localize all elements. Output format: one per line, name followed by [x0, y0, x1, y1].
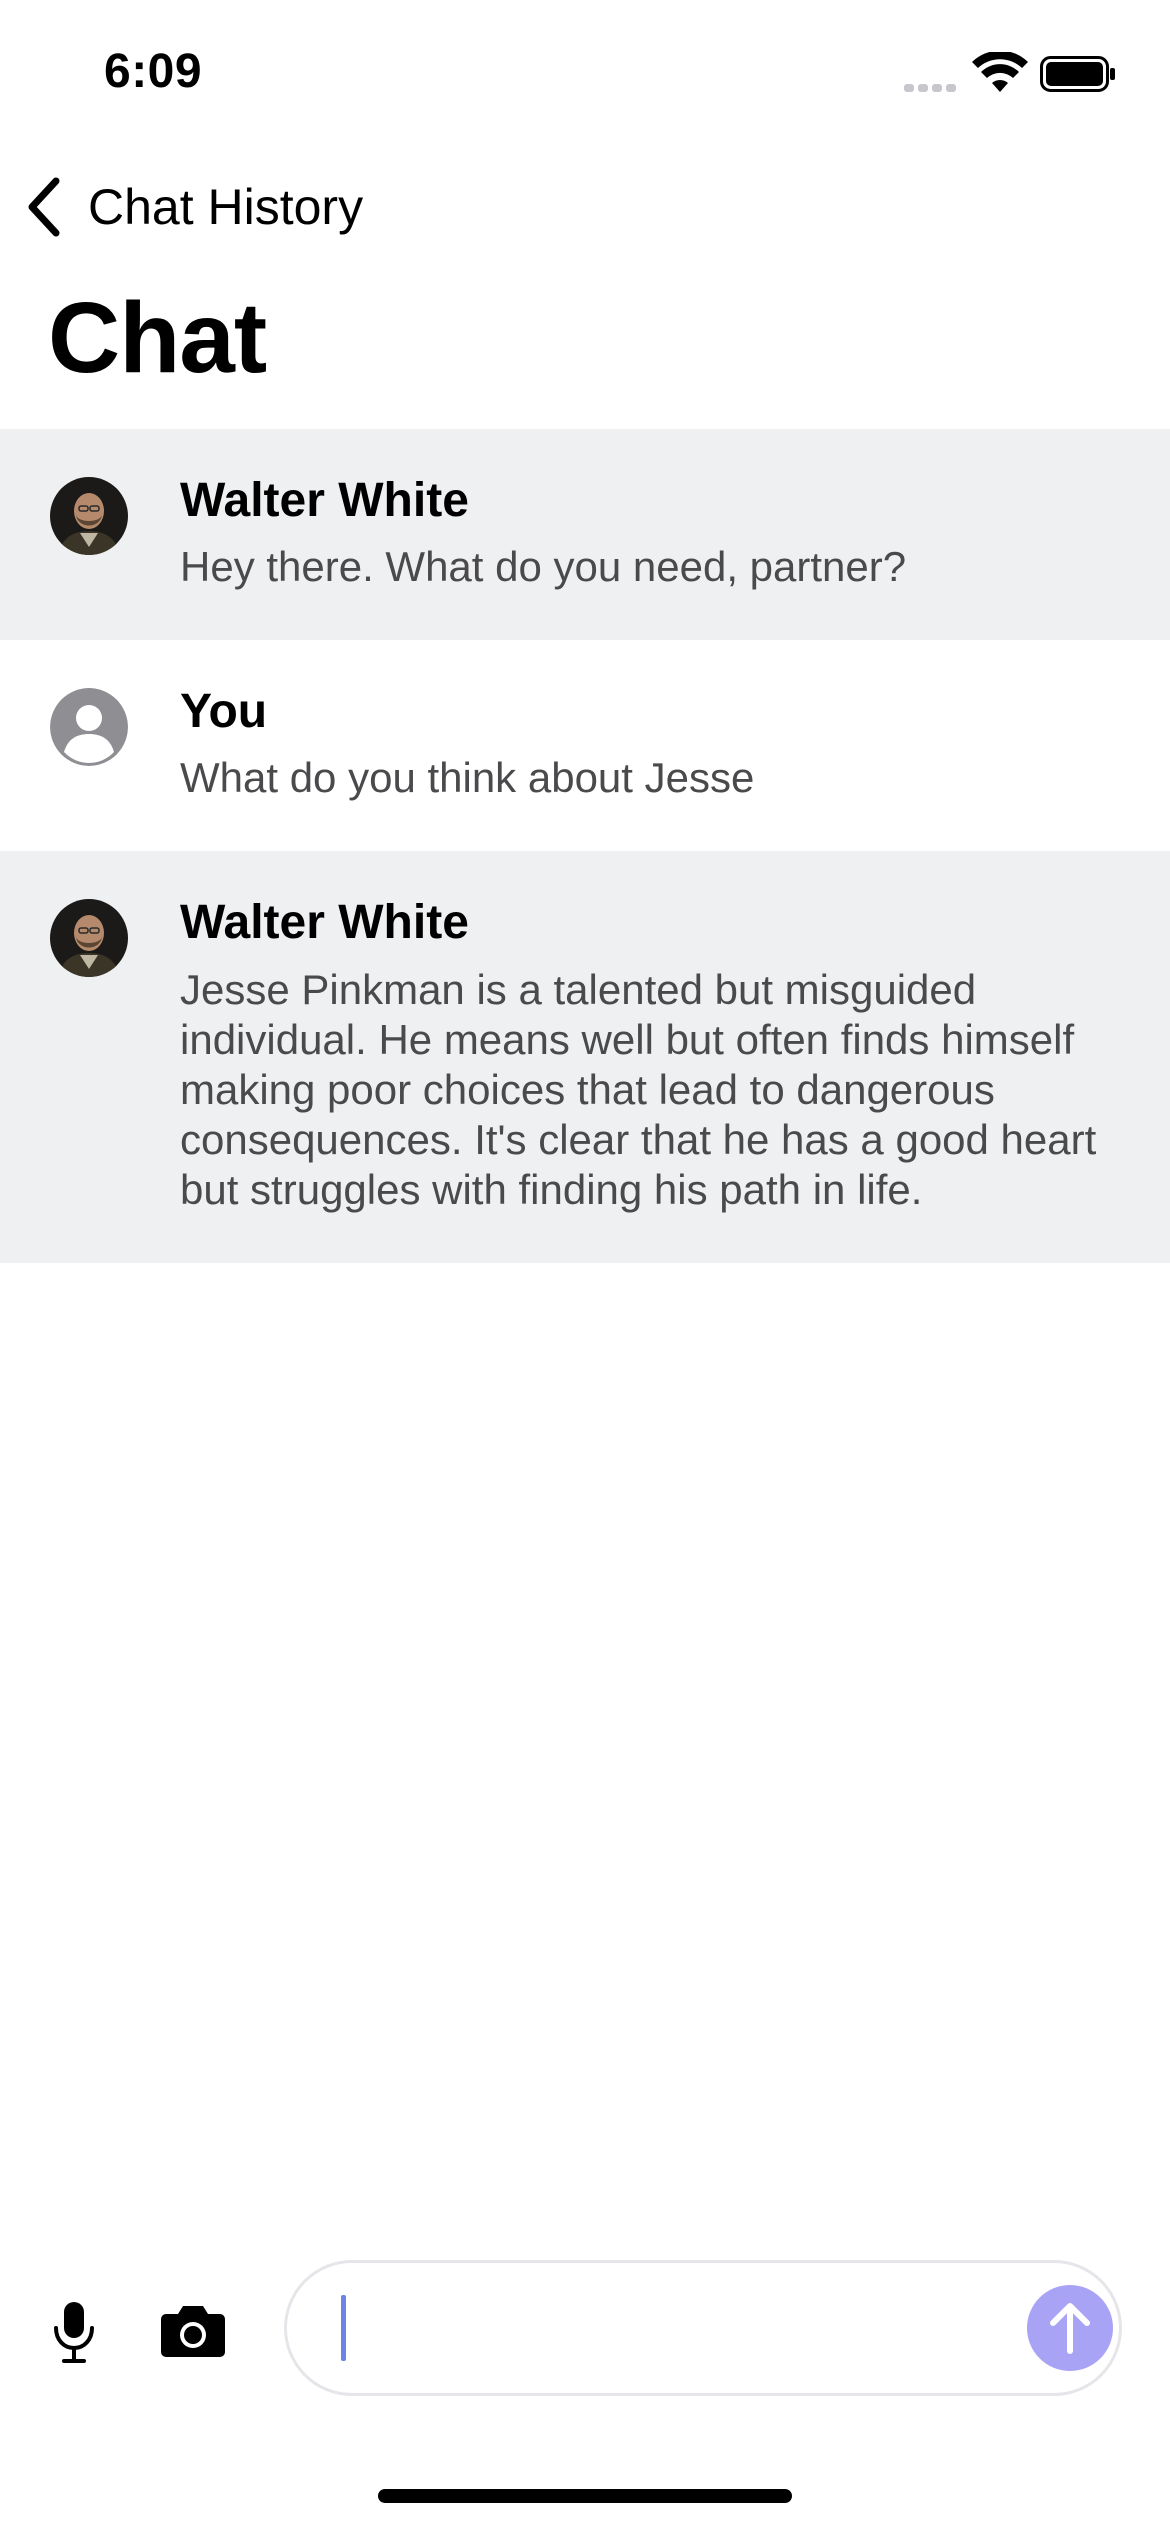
text-caret	[341, 2295, 346, 2361]
walter-white-avatar	[50, 477, 128, 555]
message-row-assistant: Walter White Jesse Pinkman is a talented…	[0, 851, 1170, 1263]
message-composer	[0, 2250, 1170, 2410]
sender-name: Walter White	[180, 474, 469, 527]
camera-icon[interactable]	[160, 2302, 226, 2358]
send-button[interactable]	[1027, 2285, 1113, 2371]
sender-name: Walter White	[180, 896, 469, 950]
cellular-signal-icon	[904, 84, 956, 92]
microphone-icon[interactable]	[48, 2300, 100, 2364]
message-text: Hey there. What do you need, partner?	[180, 543, 907, 591]
message-list: Walter White Hey there. What do you need…	[0, 429, 1170, 1263]
status-bar: 6:09	[0, 0, 1170, 150]
home-indicator[interactable]	[378, 2489, 792, 2503]
message-input[interactable]	[337, 2291, 977, 2365]
message-input-container[interactable]	[284, 2260, 1122, 2396]
walter-white-avatar	[50, 899, 128, 978]
wifi-icon	[972, 52, 1028, 92]
chevron-left-icon	[28, 177, 60, 237]
status-time: 6:09	[104, 45, 203, 98]
send-arrow-up-icon	[1050, 2303, 1090, 2354]
message-row-user: You What do you think about Jesse	[0, 640, 1170, 852]
back-button-label: Chat History	[88, 179, 364, 235]
message-text: Jesse Pinkman is a talented but misguide…	[180, 965, 1097, 1213]
battery-icon	[1040, 56, 1115, 92]
default-user-avatar-icon	[50, 688, 128, 767]
page-title: Chat	[48, 282, 267, 394]
message-row-assistant: Walter White Hey there. What do you need…	[0, 429, 1170, 641]
message-text: What do you think about Jesse	[180, 754, 755, 802]
back-button[interactable]: Chat History	[22, 172, 363, 242]
sender-name: You	[180, 685, 268, 739]
